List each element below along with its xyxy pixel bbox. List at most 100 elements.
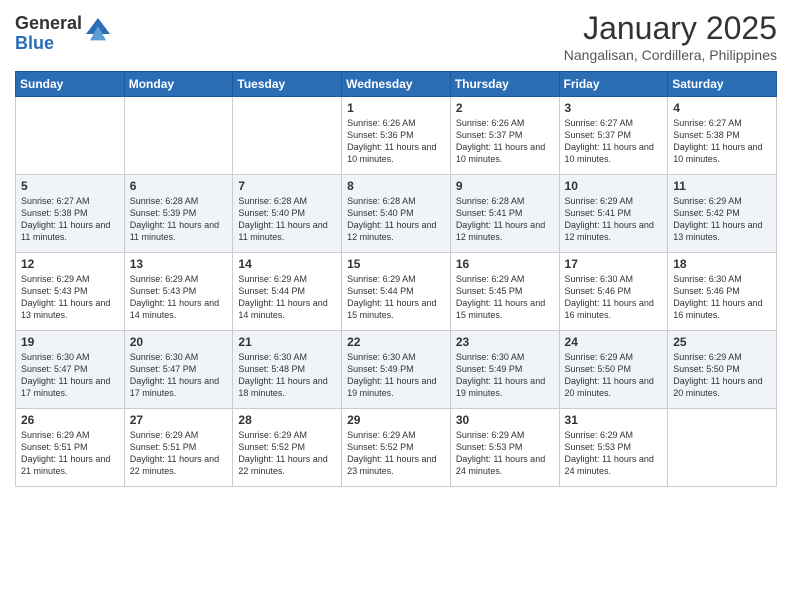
cell-text: Sunset: 5:52 PM — [238, 441, 336, 453]
week-row-4: 19Sunrise: 6:30 AMSunset: 5:47 PMDayligh… — [16, 331, 777, 409]
calendar-cell: 25 Sunrise: 6:29 AMSunset: 5:50 PMDayligh… — [668, 331, 777, 409]
cell-text: Daylight: 11 hours and 17 minutes. — [130, 375, 228, 399]
weekday-monday: Monday — [124, 72, 233, 97]
cell-text: Sunrise: 6:29 AM — [130, 429, 228, 441]
cell-text: Daylight: 11 hours and 20 minutes. — [565, 375, 663, 399]
day-number: 31 — [565, 413, 663, 427]
calendar-cell: 5Sunrise: 6:27 AMSunset: 5:38 PMDaylight… — [16, 175, 125, 253]
cell-text: Sunset: 5:41 PM — [456, 207, 554, 219]
logo: General Blue — [15, 14, 110, 54]
week-row-5: 26Sunrise: 6:29 AMSunset: 5:51 PMDayligh… — [16, 409, 777, 487]
calendar-cell: 8Sunrise: 6:28 AMSunset: 5:40 PMDaylight… — [342, 175, 451, 253]
calendar-cell: 16Sunrise: 6:29 AMSunset: 5:45 PMDayligh… — [450, 253, 559, 331]
cell-text: Sunrise: 6:28 AM — [130, 195, 228, 207]
cell-text: Daylight: 11 hours and 19 minutes. — [347, 375, 445, 399]
cell-text: Sunset: 5:45 PM — [456, 285, 554, 297]
weekday-saturday: Saturday — [668, 72, 777, 97]
day-number: 23 — [456, 335, 554, 349]
cell-text: Sunset: 5:37 PM — [456, 129, 554, 141]
cell-text: Daylight: 11 hours and 12 minutes. — [347, 219, 445, 243]
cell-text: Sunrise: 6:30 AM — [347, 351, 445, 363]
cell-text: Daylight: 11 hours and 14 minutes. — [130, 297, 228, 321]
cell-text: Sunset: 5:49 PM — [347, 363, 445, 375]
cell-text: Daylight: 11 hours and 10 minutes. — [456, 141, 554, 165]
day-number: 29 — [347, 413, 445, 427]
cell-text: Sunrise: 6:29 AM — [238, 429, 336, 441]
calendar-cell: 22Sunrise: 6:30 AMSunset: 5:49 PMDayligh… — [342, 331, 451, 409]
day-number: 9 — [456, 179, 554, 193]
logo-general: General — [15, 14, 82, 34]
cell-text: Sunset: 5:36 PM — [347, 129, 445, 141]
cell-text: Sunrise: 6:30 AM — [238, 351, 336, 363]
cell-text: Sunset: 5:50 PM — [673, 363, 771, 375]
cell-text: Sunset: 5:47 PM — [21, 363, 119, 375]
day-number: 13 — [130, 257, 228, 271]
calendar-cell: 9 Sunrise: 6:28 AMSunset: 5:41 PMDaylight… — [450, 175, 559, 253]
cell-text: Daylight: 11 hours and 24 minutes. — [456, 453, 554, 477]
day-number: 26 — [21, 413, 119, 427]
location-title: Nangalisan, Cordillera, Philippines — [564, 47, 777, 63]
day-number: 17 — [565, 257, 663, 271]
cell-text: Sunrise: 6:29 AM — [565, 351, 663, 363]
cell-text: Sunset: 5:49 PM — [456, 363, 554, 375]
cell-text: Sunset: 5:42 PM — [673, 207, 771, 219]
cell-text: Daylight: 11 hours and 22 minutes. — [238, 453, 336, 477]
day-number: 12 — [21, 257, 119, 271]
cell-text: Sunrise: 6:27 AM — [21, 195, 119, 207]
calendar-cell: 27Sunrise: 6:29 AMSunset: 5:51 PMDayligh… — [124, 409, 233, 487]
logo-icon — [86, 18, 110, 42]
cell-text: Daylight: 11 hours and 19 minutes. — [456, 375, 554, 399]
cell-text: Daylight: 11 hours and 13 minutes. — [673, 219, 771, 243]
cell-text: Sunset: 5:50 PM — [565, 363, 663, 375]
day-number: 28 — [238, 413, 336, 427]
cell-text: Daylight: 11 hours and 20 minutes. — [673, 375, 771, 399]
day-number: 19 — [21, 335, 119, 349]
title-block: January 2025 Nangalisan, Cordillera, Phi… — [564, 10, 777, 63]
calendar-cell: 30Sunrise: 6:29 AMSunset: 5:53 PMDayligh… — [450, 409, 559, 487]
cell-text: Sunrise: 6:29 AM — [673, 351, 771, 363]
cell-text: Daylight: 11 hours and 22 minutes. — [130, 453, 228, 477]
calendar-cell: 26Sunrise: 6:29 AMSunset: 5:51 PMDayligh… — [16, 409, 125, 487]
cell-text: Daylight: 11 hours and 11 minutes. — [21, 219, 119, 243]
cell-text: Daylight: 11 hours and 14 minutes. — [238, 297, 336, 321]
logo-text: General Blue — [15, 14, 82, 54]
cell-text: Sunrise: 6:30 AM — [130, 351, 228, 363]
calendar-cell — [668, 409, 777, 487]
cell-text: Sunset: 5:47 PM — [130, 363, 228, 375]
day-number: 15 — [347, 257, 445, 271]
cell-text: Sunrise: 6:26 AM — [456, 117, 554, 129]
day-number: 24 — [565, 335, 663, 349]
cell-text: Daylight: 11 hours and 12 minutes. — [565, 219, 663, 243]
cell-text: Sunrise: 6:28 AM — [347, 195, 445, 207]
cell-text: Sunrise: 6:28 AM — [238, 195, 336, 207]
day-number: 5 — [21, 179, 119, 193]
cell-text: Sunrise: 6:29 AM — [347, 429, 445, 441]
cell-text: Sunrise: 6:28 AM — [456, 195, 554, 207]
cell-text: Daylight: 11 hours and 17 minutes. — [21, 375, 119, 399]
day-number: 16 — [456, 257, 554, 271]
calendar: SundayMondayTuesdayWednesdayThursdayFrid… — [15, 71, 777, 487]
cell-text: Sunrise: 6:30 AM — [456, 351, 554, 363]
day-number: 6 — [130, 179, 228, 193]
day-number: 4 — [673, 101, 771, 115]
cell-text: Daylight: 11 hours and 21 minutes. — [21, 453, 119, 477]
calendar-cell: 13Sunrise: 6:29 AMSunset: 5:43 PMDayligh… — [124, 253, 233, 331]
cell-text: Sunrise: 6:29 AM — [673, 195, 771, 207]
cell-text: Daylight: 11 hours and 18 minutes. — [238, 375, 336, 399]
cell-text: Daylight: 11 hours and 16 minutes. — [673, 297, 771, 321]
weekday-tuesday: Tuesday — [233, 72, 342, 97]
day-number: 25 — [673, 335, 771, 349]
cell-text: Daylight: 11 hours and 11 minutes. — [238, 219, 336, 243]
cell-text: Sunset: 5:53 PM — [565, 441, 663, 453]
calendar-cell: 10Sunrise: 6:29 AMSunset: 5:41 PMDayligh… — [559, 175, 668, 253]
cell-text: Sunset: 5:39 PM — [130, 207, 228, 219]
calendar-cell — [124, 97, 233, 175]
weekday-thursday: Thursday — [450, 72, 559, 97]
calendar-cell: 15Sunrise: 6:29 AMSunset: 5:44 PMDayligh… — [342, 253, 451, 331]
logo-blue: Blue — [15, 34, 82, 54]
cell-text: Daylight: 11 hours and 12 minutes. — [456, 219, 554, 243]
calendar-cell: 21Sunrise: 6:30 AMSunset: 5:48 PMDayligh… — [233, 331, 342, 409]
calendar-cell: 19 Sunrise: 6:30 AMSunset: 5:47 PMDayligh… — [16, 331, 125, 409]
cell-text: Sunrise: 6:30 AM — [21, 351, 119, 363]
cell-text: Sunrise: 6:30 AM — [673, 273, 771, 285]
